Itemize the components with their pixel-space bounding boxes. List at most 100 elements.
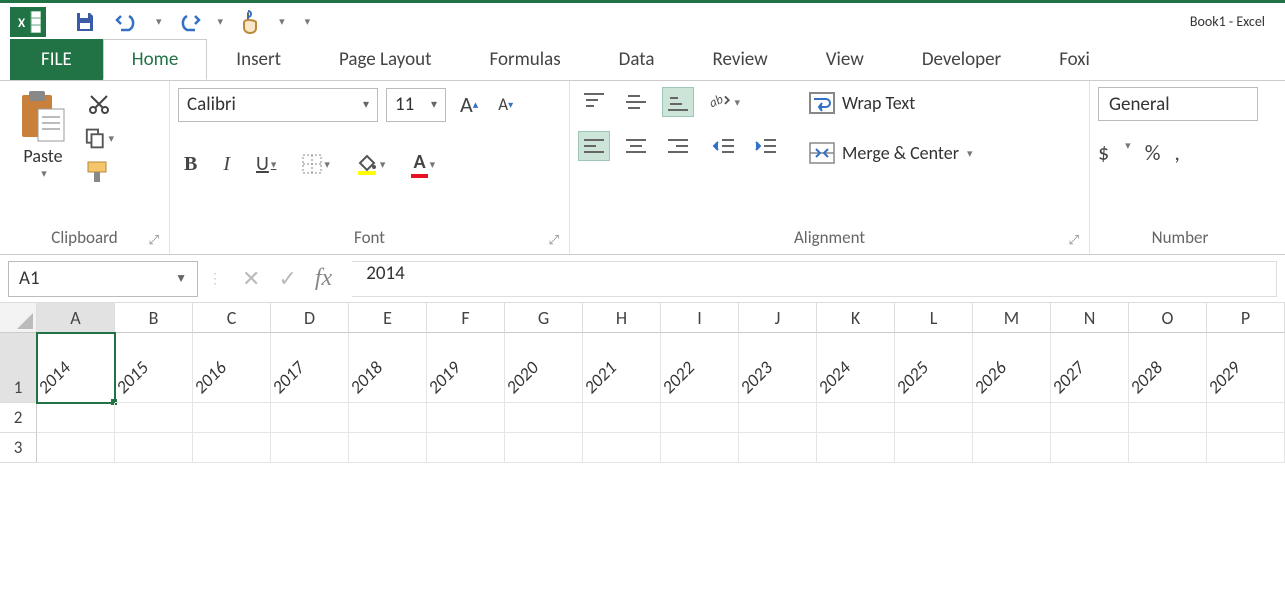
tab-formulas[interactable]: Formulas	[460, 39, 589, 80]
cell[interactable]	[817, 403, 895, 433]
cell[interactable]	[349, 403, 427, 433]
tab-insert[interactable]: Insert	[207, 39, 310, 80]
cell[interactable]: 2026	[973, 333, 1051, 403]
cell[interactable]: 2027	[1051, 333, 1129, 403]
column-header[interactable]: D	[271, 303, 349, 333]
fx-icon[interactable]: fx	[315, 265, 332, 292]
cell[interactable]	[583, 433, 661, 463]
tab-file[interactable]: FILE	[10, 39, 103, 80]
orientation-icon[interactable]: ab▾	[708, 87, 740, 117]
font-name-select[interactable]: Calibri▾	[178, 88, 378, 122]
border-button[interactable]: ▾	[296, 150, 336, 178]
cell[interactable]	[1207, 433, 1285, 463]
cell[interactable]	[661, 433, 739, 463]
cell[interactable]	[505, 433, 583, 463]
row-header[interactable]: 2	[0, 403, 37, 433]
bold-button[interactable]: B	[178, 149, 203, 180]
cell[interactable]	[895, 433, 973, 463]
align-bottom-icon[interactable]	[662, 87, 694, 117]
font-launcher[interactable]: ⤢	[549, 233, 559, 248]
merge-center-button[interactable]: Merge & Center▾	[802, 137, 979, 169]
clipboard-launcher[interactable]: ⤢	[149, 233, 159, 248]
cell[interactable]	[817, 433, 895, 463]
cell[interactable]	[1129, 403, 1207, 433]
column-header[interactable]: G	[505, 303, 583, 333]
column-header[interactable]: N	[1051, 303, 1129, 333]
cell[interactable]	[193, 403, 271, 433]
cell[interactable]: 2025	[895, 333, 973, 403]
tab-foxit[interactable]: Foxi	[1030, 39, 1119, 80]
cell[interactable]: 2024	[817, 333, 895, 403]
column-header[interactable]: B	[115, 303, 193, 333]
cell[interactable]	[37, 433, 115, 463]
undo-icon[interactable]	[112, 7, 142, 37]
wrap-text-button[interactable]: Wrap Text	[802, 87, 979, 119]
percent-button[interactable]: %	[1145, 139, 1161, 166]
cell[interactable]	[271, 403, 349, 433]
cell[interactable]: 2022	[661, 333, 739, 403]
paste-dropdown[interactable]: ▾	[41, 167, 47, 180]
decrease-indent-icon[interactable]	[708, 131, 740, 161]
comma-button[interactable]: ,	[1174, 139, 1180, 166]
formula-input[interactable]: 2014	[352, 261, 1277, 297]
cell[interactable]	[583, 403, 661, 433]
format-painter-icon[interactable]	[84, 159, 114, 185]
align-top-icon[interactable]	[578, 87, 610, 117]
increase-indent-icon[interactable]	[750, 131, 782, 161]
alignment-launcher[interactable]: ⤢	[1069, 233, 1079, 248]
align-center-icon[interactable]	[620, 131, 652, 161]
column-header[interactable]: L	[895, 303, 973, 333]
cell[interactable]: 2014	[37, 333, 115, 403]
tab-data[interactable]: Data	[590, 39, 684, 80]
cell[interactable]	[661, 403, 739, 433]
copy-icon[interactable]: ▾	[84, 125, 114, 151]
cell[interactable]	[349, 433, 427, 463]
tab-home[interactable]: Home	[103, 39, 208, 80]
row-header[interactable]: 3	[0, 433, 37, 463]
cell[interactable]: 2028	[1129, 333, 1207, 403]
cell[interactable]	[973, 403, 1051, 433]
undo-dropdown[interactable]: ▾	[156, 15, 162, 28]
cell[interactable]	[1051, 403, 1129, 433]
increase-font-icon[interactable]: A▴	[454, 87, 484, 122]
cell[interactable]: 2023	[739, 333, 817, 403]
row-header[interactable]: 1	[0, 333, 37, 403]
tab-page-layout[interactable]: Page Layout	[310, 39, 461, 80]
column-header[interactable]: J	[739, 303, 817, 333]
tab-view[interactable]: View	[797, 39, 893, 80]
align-right-icon[interactable]	[662, 131, 694, 161]
cell[interactable]: 2015	[115, 333, 193, 403]
cancel-icon[interactable]: ✕	[242, 265, 260, 292]
column-header[interactable]: M	[973, 303, 1051, 333]
cell[interactable]	[505, 403, 583, 433]
italic-button[interactable]: I	[217, 149, 236, 180]
number-format-select[interactable]: General	[1098, 87, 1258, 121]
cell[interactable]	[1051, 433, 1129, 463]
cell[interactable]	[37, 403, 115, 433]
column-header[interactable]: E	[349, 303, 427, 333]
cell[interactable]: 2029	[1207, 333, 1285, 403]
cell[interactable]: 2019	[427, 333, 505, 403]
cell[interactable]: 2017	[271, 333, 349, 403]
align-middle-icon[interactable]	[620, 87, 652, 117]
cell[interactable]: 2018	[349, 333, 427, 403]
cut-icon[interactable]	[84, 91, 114, 117]
cell[interactable]	[739, 403, 817, 433]
cell[interactable]: 2016	[193, 333, 271, 403]
name-box[interactable]: A1▼	[8, 261, 198, 297]
cell[interactable]	[973, 433, 1051, 463]
redo-dropdown[interactable]: ▾	[218, 15, 224, 28]
currency-button[interactable]: $	[1098, 139, 1109, 166]
touch-mode-icon[interactable]	[235, 7, 265, 37]
cell[interactable]: 2020	[505, 333, 583, 403]
cell[interactable]: 2021	[583, 333, 661, 403]
tab-review[interactable]: Review	[684, 39, 797, 80]
save-icon[interactable]	[70, 7, 100, 37]
column-header[interactable]: C	[193, 303, 271, 333]
touch-dropdown[interactable]: ▾	[279, 15, 285, 28]
cell[interactable]	[115, 433, 193, 463]
redo-icon[interactable]	[174, 7, 204, 37]
column-header[interactable]: K	[817, 303, 895, 333]
cell[interactable]	[193, 433, 271, 463]
cell[interactable]	[271, 433, 349, 463]
